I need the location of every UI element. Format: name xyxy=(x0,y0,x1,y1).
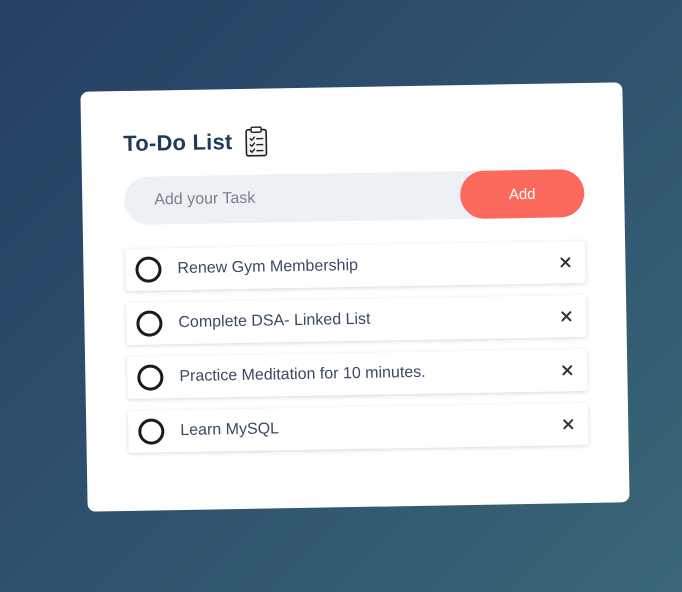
circle-checkbox-icon[interactable] xyxy=(137,364,164,391)
task-label: Learn MySQL xyxy=(180,420,280,440)
task-list: Renew Gym Membership Complete DSA- Linke… xyxy=(125,240,589,453)
todo-card: To-Do List Add Renew Gym Membership xyxy=(80,82,630,512)
checklist-icon xyxy=(242,125,271,157)
app-title: To-Do List xyxy=(123,129,233,157)
task-item[interactable]: Complete DSA- Linked List xyxy=(126,294,587,345)
add-button[interactable]: Add xyxy=(459,168,585,220)
circle-checkbox-icon[interactable] xyxy=(138,418,165,445)
close-icon[interactable] xyxy=(558,414,578,434)
task-item[interactable]: Learn MySQL xyxy=(127,402,589,453)
circle-checkbox-icon[interactable] xyxy=(136,310,163,337)
title-row: To-Do List xyxy=(123,119,584,161)
task-item[interactable]: Practice Meditation for 10 minutes. xyxy=(127,348,588,399)
task-label: Complete DSA- Linked List xyxy=(178,310,371,332)
close-icon[interactable] xyxy=(557,360,577,380)
circle-checkbox-icon[interactable] xyxy=(135,256,162,283)
task-label: Practice Meditation for 10 minutes. xyxy=(179,363,426,386)
task-input[interactable] xyxy=(123,170,461,227)
close-icon[interactable] xyxy=(555,252,575,272)
close-icon[interactable] xyxy=(556,306,576,326)
add-task-row: Add xyxy=(123,168,585,227)
task-label: Renew Gym Membership xyxy=(177,256,359,278)
task-item[interactable]: Renew Gym Membership xyxy=(125,240,586,291)
